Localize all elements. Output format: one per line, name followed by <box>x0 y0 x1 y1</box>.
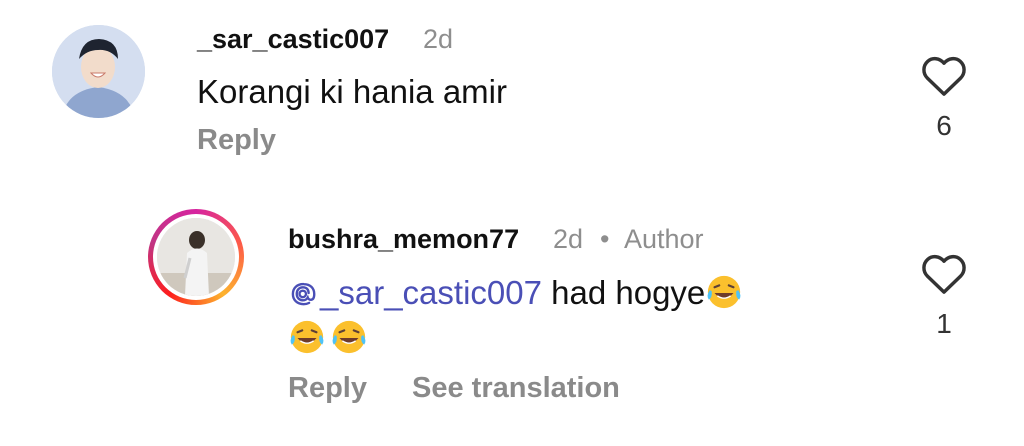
heart-icon <box>922 56 966 96</box>
reply-like-button[interactable] <box>921 253 967 300</box>
threads-at-icon <box>291 282 316 306</box>
laughing-tears-emoji-icon <box>332 320 366 354</box>
commenter-avatar[interactable] <box>52 25 145 118</box>
heart-icon <box>922 254 966 294</box>
meta-separator: • <box>600 224 610 254</box>
laughing-tears-emoji-icon <box>707 275 741 309</box>
reply-reply-button[interactable]: Reply <box>288 372 367 405</box>
reply-emoji-row <box>288 318 368 356</box>
reply-text: _sar_castic007 had hogye <box>288 273 743 312</box>
comment-reply-button[interactable]: Reply <box>197 124 276 157</box>
comment-text: Korangi ki hania amir <box>197 73 507 110</box>
laughing-tears-emoji-icon <box>290 320 324 354</box>
mention-link[interactable]: _sar_castic007 <box>288 274 542 311</box>
comment-timestamp: 2d <box>423 24 454 54</box>
reply-username[interactable]: bushra_memon77 <box>288 224 519 255</box>
comment-like-button[interactable] <box>921 55 967 102</box>
user-avatar-icon <box>157 218 235 296</box>
mention-username[interactable]: _sar_castic007 <box>320 274 542 311</box>
commenter-username[interactable]: _sar_castic007 <box>197 24 389 55</box>
reply-message: had hogye <box>551 274 706 311</box>
see-translation-button[interactable]: See translation <box>412 372 620 405</box>
reply-like-count: 1 <box>936 308 952 339</box>
author-badge: Author <box>624 224 704 254</box>
user-avatar-icon <box>52 25 145 118</box>
reply-avatar <box>157 218 235 296</box>
reply-timestamp: 2d <box>553 224 584 254</box>
comment-like-count: 6 <box>936 110 952 141</box>
reply-avatar-story-ring[interactable] <box>148 209 244 305</box>
